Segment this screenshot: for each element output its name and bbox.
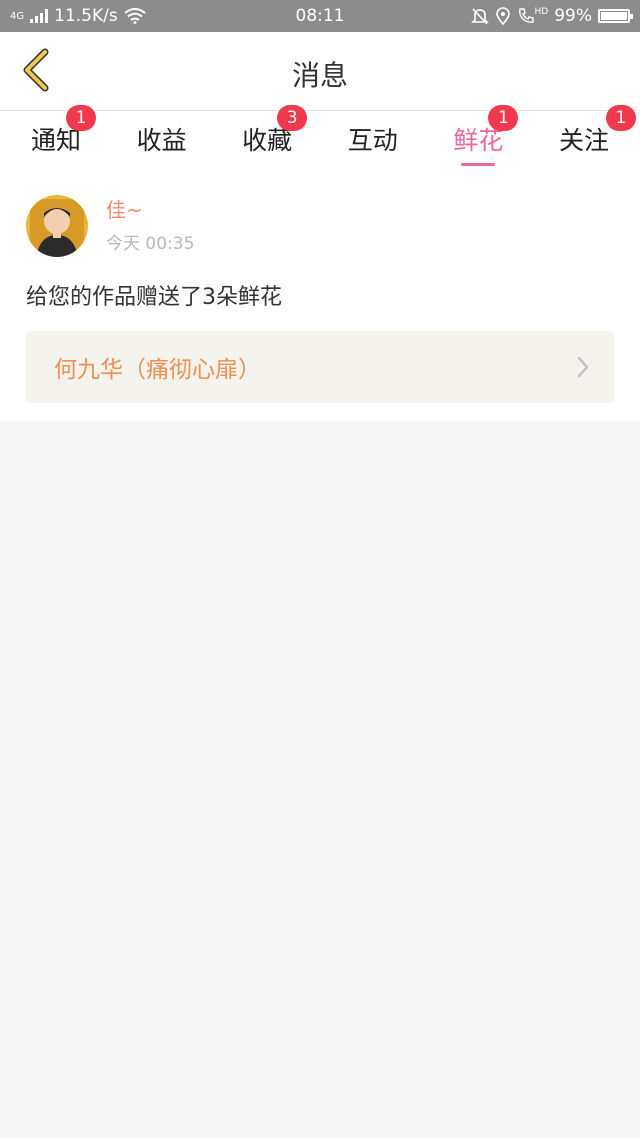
battery-percent: 99% xyxy=(554,6,592,26)
chevron-right-icon xyxy=(577,356,589,378)
tab-label: 互动 xyxy=(347,126,398,155)
hd-label: HD xyxy=(534,7,549,17)
bell-muted-icon xyxy=(470,8,489,25)
tab-following[interactable]: 关注 1 xyxy=(534,105,636,173)
avatar[interactable] xyxy=(26,195,88,257)
battery-icon xyxy=(598,9,633,23)
status-bar: 4G 11.5K/s 08:11 HD 99% xyxy=(0,0,640,32)
network-speed: 11.5K/s xyxy=(54,6,118,26)
page-title: 消息 xyxy=(291,59,348,92)
message-text: 给您的作品赠送了3朵鲜花 xyxy=(26,285,282,310)
sender-name[interactable]: 佳~ xyxy=(106,194,194,223)
location-icon xyxy=(495,7,510,25)
tab-bar: 通知 1 收益 收藏 3 互动 鲜花 1 关注 1 xyxy=(0,105,640,173)
network-type: 4G xyxy=(10,10,25,22)
tab-notifications[interactable]: 通知 1 xyxy=(6,105,106,173)
phone-hd-icon xyxy=(518,8,534,23)
wifi-icon xyxy=(124,8,146,24)
unread-badge: 1 xyxy=(488,105,519,131)
unread-badge: 1 xyxy=(605,105,636,131)
message-time: 今天 00:35 xyxy=(106,234,195,254)
tab-flowers[interactable]: 鲜花 1 xyxy=(428,105,528,173)
tab-label: 关注 xyxy=(558,126,609,155)
tab-label: 收益 xyxy=(136,126,187,155)
signal-icon xyxy=(30,9,49,23)
work-link-card[interactable]: 何九华（痛彻心扉） xyxy=(26,331,614,403)
app-header: 消息 xyxy=(0,32,640,111)
active-tab-indicator xyxy=(461,163,496,166)
unread-badge: 1 xyxy=(66,105,96,131)
tab-interactions[interactable]: 互动 xyxy=(323,111,423,173)
user-avatar-image xyxy=(26,195,88,257)
tab-earnings[interactable]: 收益 xyxy=(112,111,212,173)
tab-favorites[interactable]: 收藏 3 xyxy=(217,105,317,173)
work-title: 何九华（痛彻心扉） xyxy=(54,357,261,383)
message-item: 佳~ 今天 00:35 给您的作品赠送了3朵鲜花 何九华（痛彻心扉） xyxy=(0,173,640,421)
unread-badge: 3 xyxy=(277,105,308,131)
